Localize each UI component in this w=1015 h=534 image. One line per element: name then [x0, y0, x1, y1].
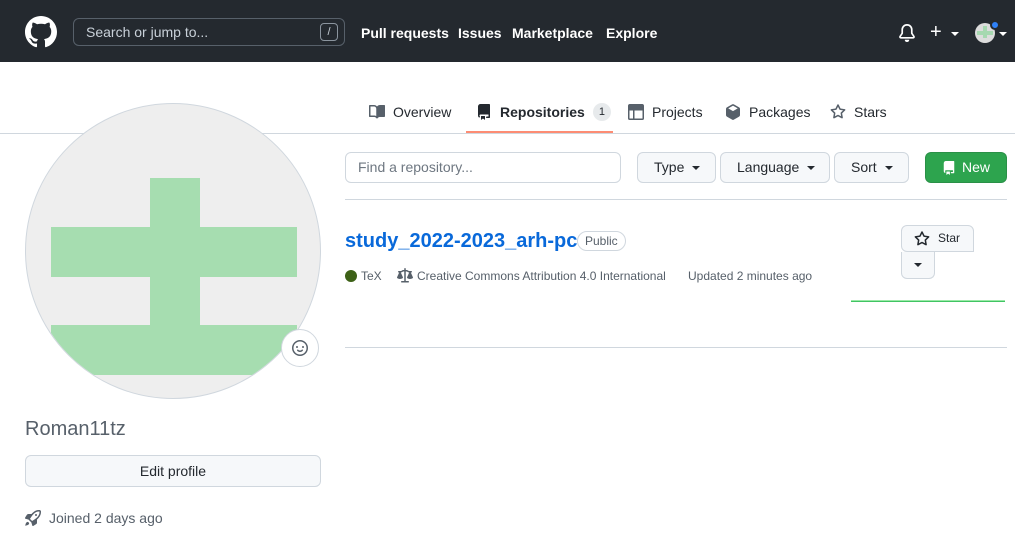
profile-username: Roman11tz — [25, 418, 126, 440]
smiley-icon — [292, 340, 308, 356]
star-icon — [914, 230, 930, 245]
nav-marketplace[interactable]: Marketplace — [512, 24, 593, 42]
updated-text: Updated 2 minutes ago — [688, 269, 813, 283]
bell-icon[interactable] — [898, 24, 916, 42]
search-placeholder: Search or jump to... — [86, 24, 209, 40]
list-divider-top — [345, 199, 1007, 200]
repo-count-badge: 1 — [592, 103, 611, 121]
joined-date: Joined 2 days ago — [25, 510, 163, 526]
repo-updated: Updated 2 minutes ago — [688, 268, 812, 284]
activity-sparkline — [851, 300, 1005, 302]
chevron-down-icon — [914, 263, 922, 267]
keyboard-shortcut-badge: / — [320, 23, 338, 41]
repo-name-link[interactable]: study_2022-2023_arh-pc — [345, 229, 577, 253]
language-color-dot — [345, 270, 357, 282]
create-caret-icon[interactable] — [951, 32, 959, 36]
user-menu-caret-icon[interactable] — [999, 32, 1007, 36]
tab-label: Repositories — [500, 104, 585, 120]
law-icon — [397, 268, 413, 283]
tab-repositories[interactable]: Repositories 1 — [476, 102, 611, 122]
list-divider-bottom — [345, 347, 1007, 348]
star-button[interactable]: Star — [901, 225, 974, 252]
star-list-dropdown[interactable] — [901, 252, 935, 279]
new-button-label: New — [961, 159, 990, 175]
tab-projects[interactable]: Projects — [628, 102, 703, 122]
new-repository-button[interactable]: New — [925, 152, 1007, 183]
nav-explore[interactable]: Explore — [606, 24, 657, 42]
tab-packages[interactable]: Packages — [725, 102, 810, 122]
repo-language: TeX — [345, 268, 382, 284]
chevron-down-icon — [884, 166, 893, 171]
chevron-down-icon — [692, 166, 701, 171]
tab-stars[interactable]: Stars — [830, 102, 887, 122]
tab-label: Packages — [749, 104, 811, 120]
profile-avatar[interactable] — [25, 103, 321, 399]
repo-license: Creative Commons Attribution 4.0 Interna… — [397, 268, 666, 284]
tab-label: Stars — [854, 104, 887, 120]
rocket-icon — [25, 510, 41, 526]
tab-overview[interactable]: Overview — [369, 102, 451, 122]
type-filter-label: Type — [654, 159, 685, 175]
tab-label: Overview — [393, 104, 452, 120]
search-input[interactable]: Search or jump to... / — [73, 18, 345, 46]
tab-label: Projects — [652, 104, 703, 120]
repo-icon — [478, 104, 490, 120]
nav-issues[interactable]: Issues — [458, 24, 502, 42]
set-status-button[interactable] — [281, 329, 319, 367]
visibility-badge: Public — [577, 231, 626, 251]
notification-indicator — [990, 20, 1000, 30]
language-filter-label: Language — [737, 159, 800, 175]
edit-profile-button[interactable]: Edit profile — [25, 455, 321, 487]
book-icon — [369, 104, 385, 119]
nav-pull-requests[interactable]: Pull requests — [361, 24, 449, 42]
create-new-icon[interactable]: + — [930, 22, 942, 42]
type-filter-button[interactable]: Type — [637, 152, 716, 183]
sort-filter-button[interactable]: Sort — [834, 152, 909, 183]
language-filter-button[interactable]: Language — [720, 152, 830, 183]
global-header: Search or jump to... / Pull requests Iss… — [0, 0, 1015, 62]
joined-text: Joined 2 days ago — [49, 510, 163, 526]
star-icon — [830, 104, 846, 119]
table-icon — [628, 104, 644, 120]
repo-icon — [943, 160, 955, 175]
language-label: TeX — [361, 269, 382, 283]
star-label: Star — [938, 231, 961, 245]
package-icon — [726, 104, 740, 120]
chevron-down-icon — [807, 166, 816, 171]
github-logo-icon[interactable] — [25, 16, 57, 48]
license-label: Creative Commons Attribution 4.0 Interna… — [417, 269, 666, 283]
find-repository-input[interactable]: Find a repository... — [345, 152, 621, 183]
sort-filter-label: Sort — [851, 159, 877, 175]
